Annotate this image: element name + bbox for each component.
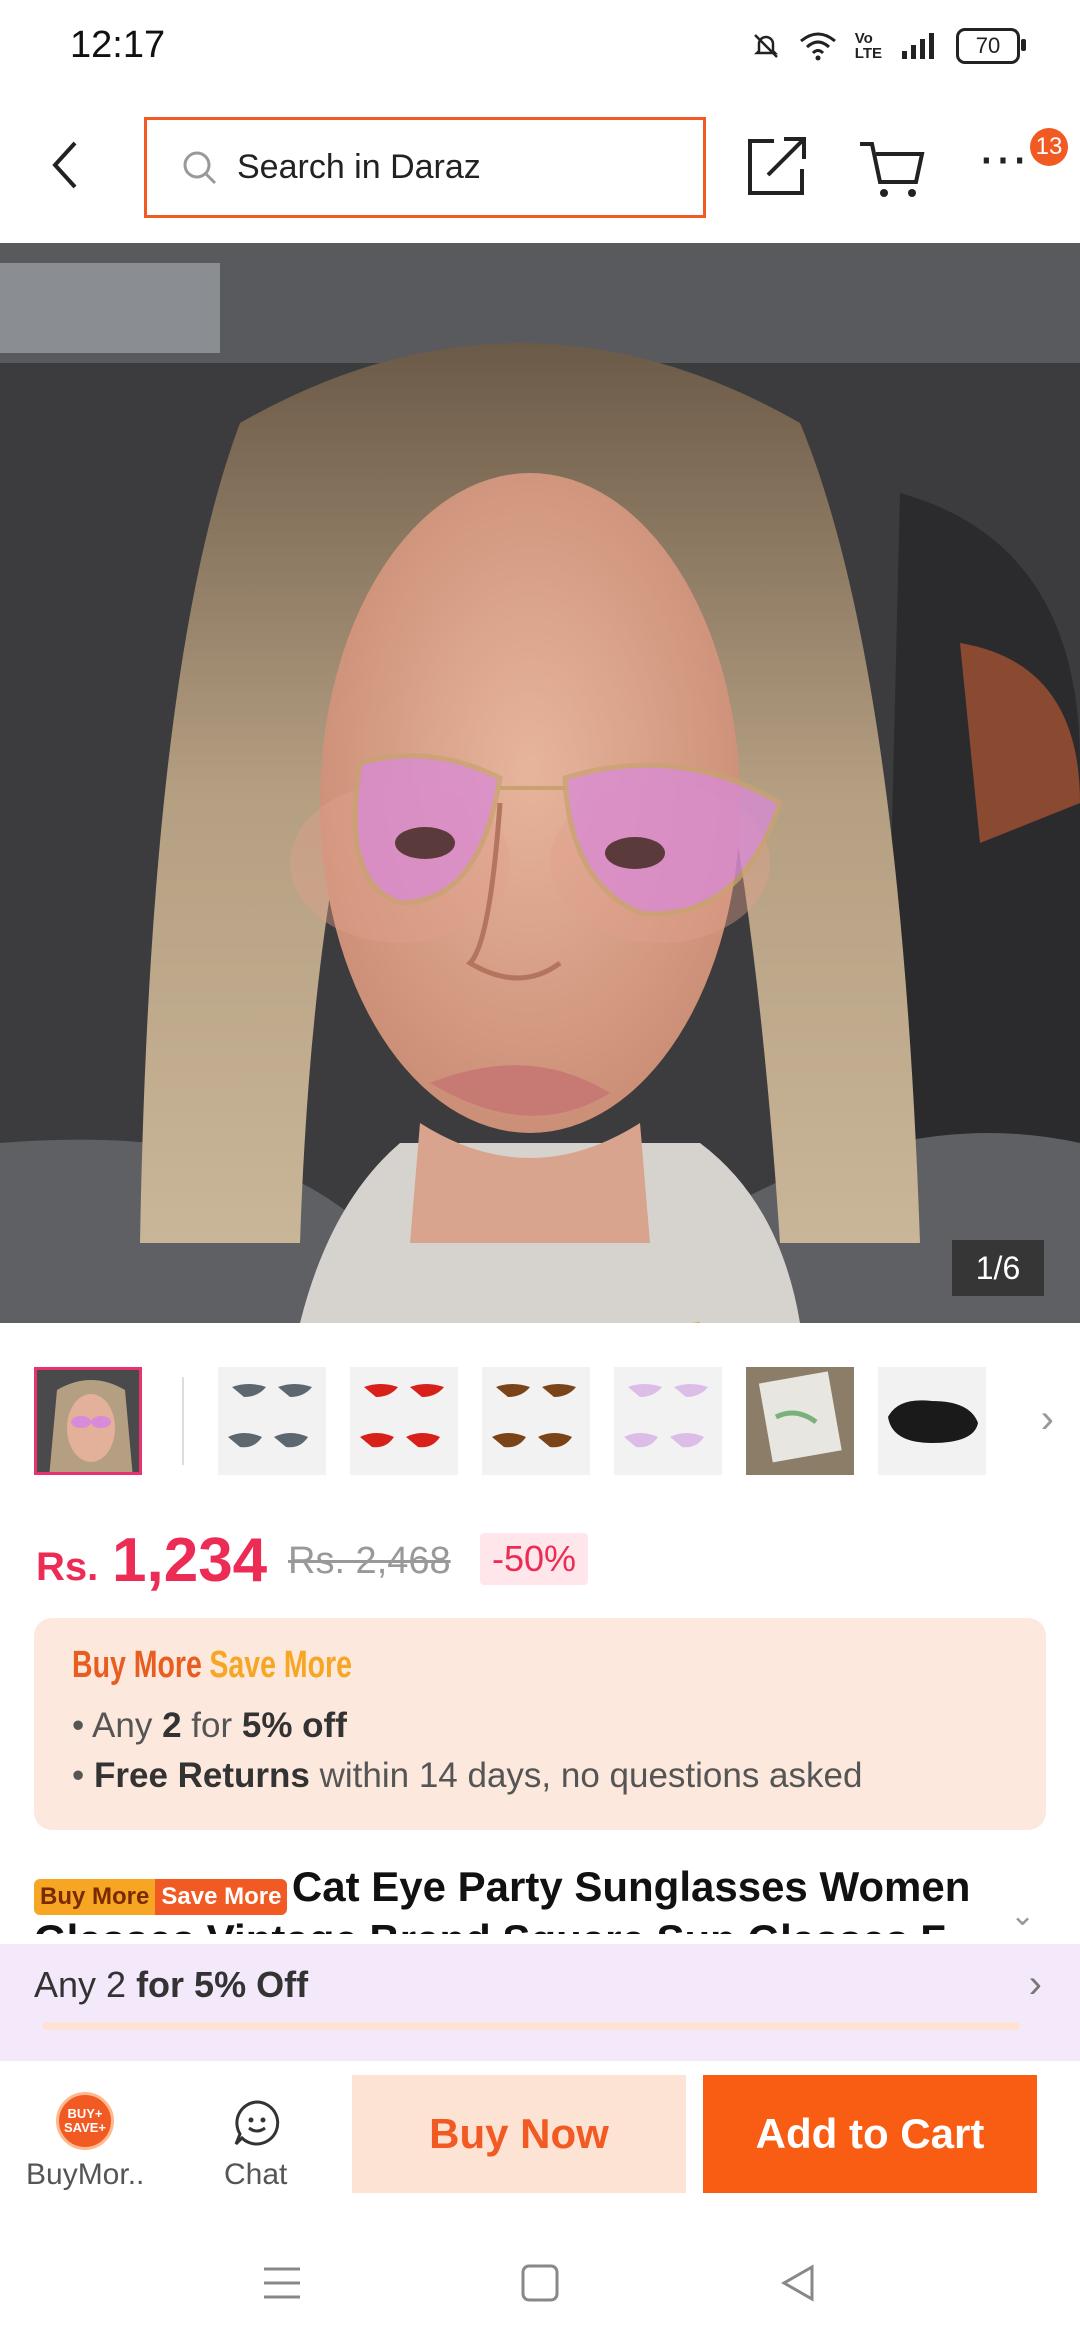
thumbnail-4[interactable] — [482, 1367, 590, 1475]
buy-more-icon[interactable]: BUY+ SAVE+ — [56, 2092, 114, 2150]
chat-label[interactable]: Chat — [224, 2158, 287, 2192]
promo-title: Buy More Save More — [72, 1644, 352, 1686]
thumbnail-2[interactable] — [218, 1367, 326, 1475]
buy-more-tag: Buy More Save More — [34, 1878, 288, 1915]
menu-nav-icon[interactable] — [262, 2265, 302, 2301]
buy-now-button[interactable]: Buy Now — [352, 2075, 686, 2193]
thumbnail-strip: › — [34, 1367, 1054, 1480]
status-icons: Vo LTE 70 — [751, 28, 1026, 64]
search-icon — [183, 151, 217, 184]
signal-icon — [902, 33, 934, 59]
thumbnail-next-icon[interactable]: › — [1041, 1397, 1054, 1442]
product-title[interactable]: Buy More Save More Cat Eye Party Sunglass… — [34, 1862, 1014, 1934]
thumbnail-1[interactable] — [34, 1367, 142, 1475]
home-nav-icon[interactable] — [520, 2263, 560, 2303]
buy-more-label[interactable]: BuyMor.. — [26, 2158, 144, 2192]
system-navigation-bar — [0, 2215, 1080, 2340]
thumbnail-divider — [182, 1377, 184, 1465]
promo-line-discount: • Any 2 for 5% off — [72, 1706, 347, 1745]
promo-box[interactable]: Buy More Save More • Any 2 for 5% off • F… — [34, 1618, 1046, 1830]
wifi-icon — [799, 32, 836, 61]
thumbnail-7[interactable] — [878, 1367, 986, 1475]
status-time: 12:17 — [70, 24, 166, 66]
product-main-image[interactable] — [0, 243, 1080, 1323]
image-counter: 1/6 — [952, 1240, 1044, 1296]
chevron-left-icon — [52, 141, 77, 189]
volte-icon: Vo LTE — [854, 30, 882, 62]
battery-icon: 70 — [956, 28, 1026, 64]
search-input[interactable]: Search in Daraz — [144, 117, 706, 218]
search-placeholder: Search in Daraz — [237, 148, 481, 186]
thumbnail-3[interactable] — [350, 1367, 458, 1475]
share-button[interactable] — [742, 135, 812, 204]
chat-icon[interactable] — [232, 2098, 282, 2153]
offer-progress — [42, 2022, 1020, 2030]
price-currency: Rs. — [36, 1545, 99, 1589]
chevron-right-icon: › — [1028, 1962, 1042, 2006]
mute-bell-icon — [753, 34, 778, 58]
thumbnail-5[interactable] — [614, 1367, 722, 1475]
offer-bar[interactable]: Any 2 for 5% Off › — [0, 1944, 1080, 2060]
offer-text: Any 2 for 5% Off — [34, 1964, 309, 2005]
product-photo — [0, 243, 1080, 1323]
expand-title-icon[interactable]: ⌄ — [1010, 1898, 1035, 1933]
share-icon — [748, 137, 806, 195]
add-to-cart-button[interactable]: Add to Cart — [703, 2075, 1037, 2193]
back-button[interactable] — [45, 135, 105, 205]
current-price: 1,234 — [112, 1526, 268, 1595]
cart-button[interactable] — [858, 138, 928, 207]
discount-badge: -50% — [480, 1533, 589, 1585]
promo-line-returns: • Free Returns within 14 days, no questi… — [72, 1756, 863, 1795]
cart-icon — [860, 142, 925, 197]
thumbnail-6[interactable] — [746, 1367, 854, 1475]
more-button[interactable]: ⋯ — [978, 130, 1032, 188]
back-nav-icon[interactable] — [778, 2263, 818, 2303]
original-price: Rs. 2,468 — [288, 1540, 451, 1582]
cart-count-badge: 13 — [1030, 128, 1068, 166]
